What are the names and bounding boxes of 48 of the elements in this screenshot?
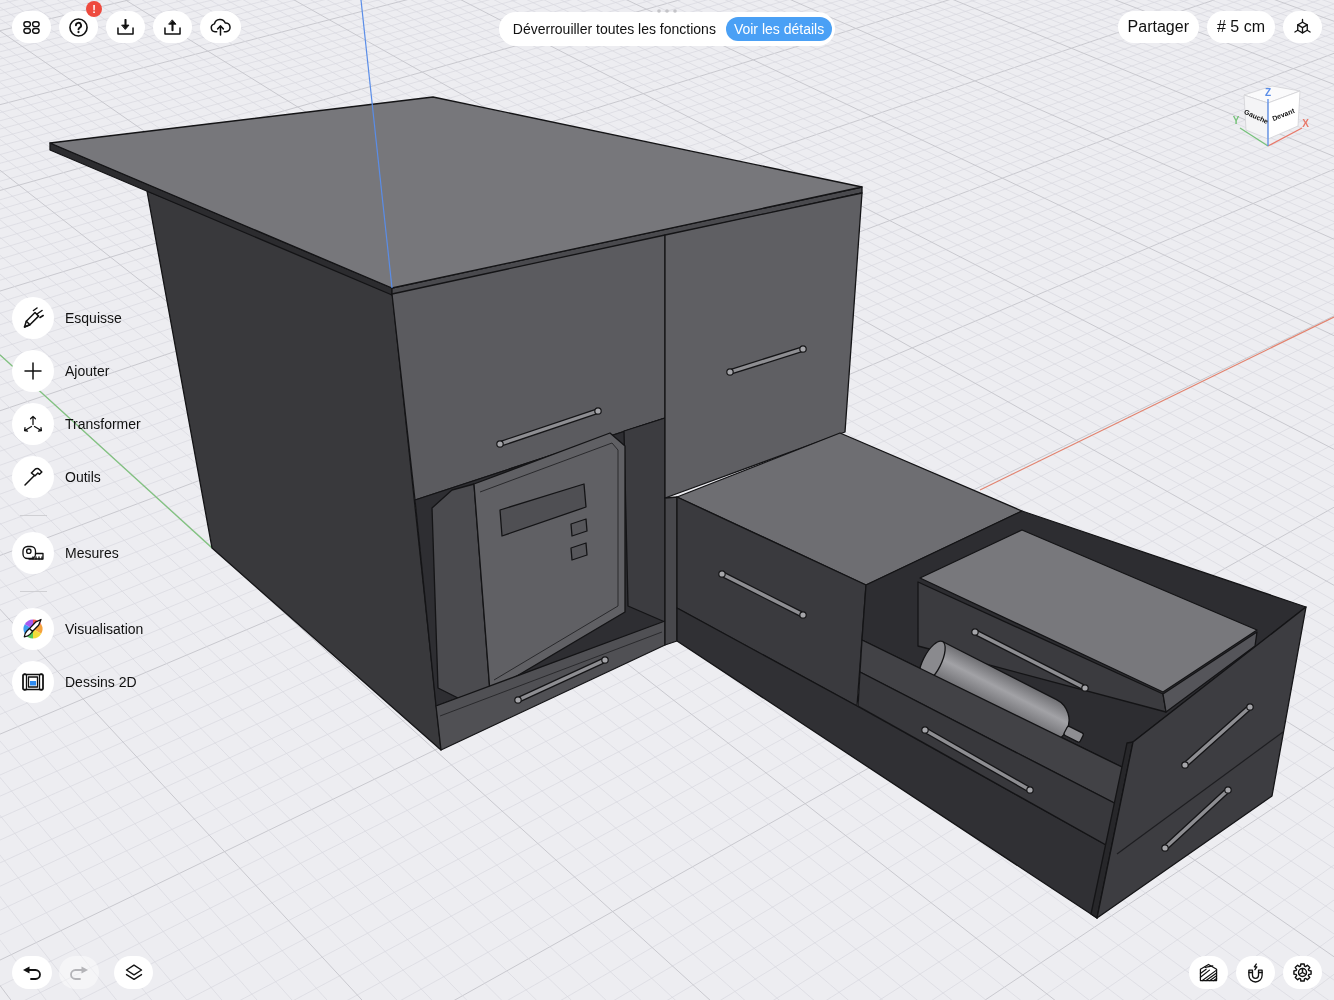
share-button[interactable]: Partager [1117, 11, 1199, 43]
pencil-icon [22, 307, 44, 329]
cube-icon [1293, 17, 1312, 37]
blueprint-icon [22, 673, 44, 691]
view-cube[interactable] [1243, 85, 1301, 140]
download-icon [117, 19, 134, 35]
layers-button[interactable] [114, 956, 153, 989]
snapping-button[interactable] [1236, 956, 1275, 989]
notification-badge: ! [86, 1, 102, 17]
tool-menu-item[interactable]: Ajouter [12, 350, 110, 392]
tool-menu-item[interactable]: Visualisation [12, 608, 144, 650]
paintbrush-icon [22, 618, 44, 640]
fridge-indicator [570, 518, 588, 537]
layers-icon [124, 963, 143, 982]
export-button[interactable] [153, 11, 192, 43]
tool-menu-item[interactable]: Outils [12, 456, 101, 498]
grid-icon [23, 20, 40, 34]
upload-icon [164, 19, 181, 35]
axis-label: Z [1264, 87, 1272, 98]
tool-menu-item[interactable]: Dessins 2D [12, 661, 137, 703]
tool-menu-item[interactable]: Esquisse [12, 297, 122, 339]
axis-label: X [1302, 118, 1309, 129]
banner-message: Déverrouiller toutes les fonctions [512, 21, 716, 37]
magnet-icon [1247, 962, 1264, 983]
section-view-button[interactable] [1189, 956, 1228, 989]
hatched-cube-icon [1199, 963, 1218, 982]
hammer-icon [23, 467, 43, 487]
grid-size-button[interactable]: # 5 cm [1207, 11, 1275, 43]
help-icon [69, 17, 88, 37]
undo-icon [22, 965, 42, 980]
tool-menu-item[interactable]: Transformer [12, 403, 141, 445]
tool-menu-item[interactable]: Mesures [12, 532, 119, 574]
settings-icon [1293, 963, 1312, 982]
move-arrows-icon [23, 415, 43, 433]
apps-button[interactable] [12, 11, 51, 43]
view-button[interactable] [1283, 11, 1322, 43]
help-button[interactable] [59, 11, 98, 43]
import-button[interactable] [106, 11, 145, 43]
settings-button[interactable] [1283, 956, 1322, 989]
undo-button[interactable] [12, 956, 52, 989]
fridge-indicator [570, 542, 588, 561]
plus-icon [24, 362, 42, 380]
axis-label: Y [1232, 115, 1240, 126]
redo-icon [69, 965, 89, 980]
cloud-upload-icon [210, 18, 231, 36]
cloud-upload-button[interactable] [200, 11, 241, 43]
handle [1161, 786, 1232, 852]
tape-measure-icon [22, 545, 44, 561]
